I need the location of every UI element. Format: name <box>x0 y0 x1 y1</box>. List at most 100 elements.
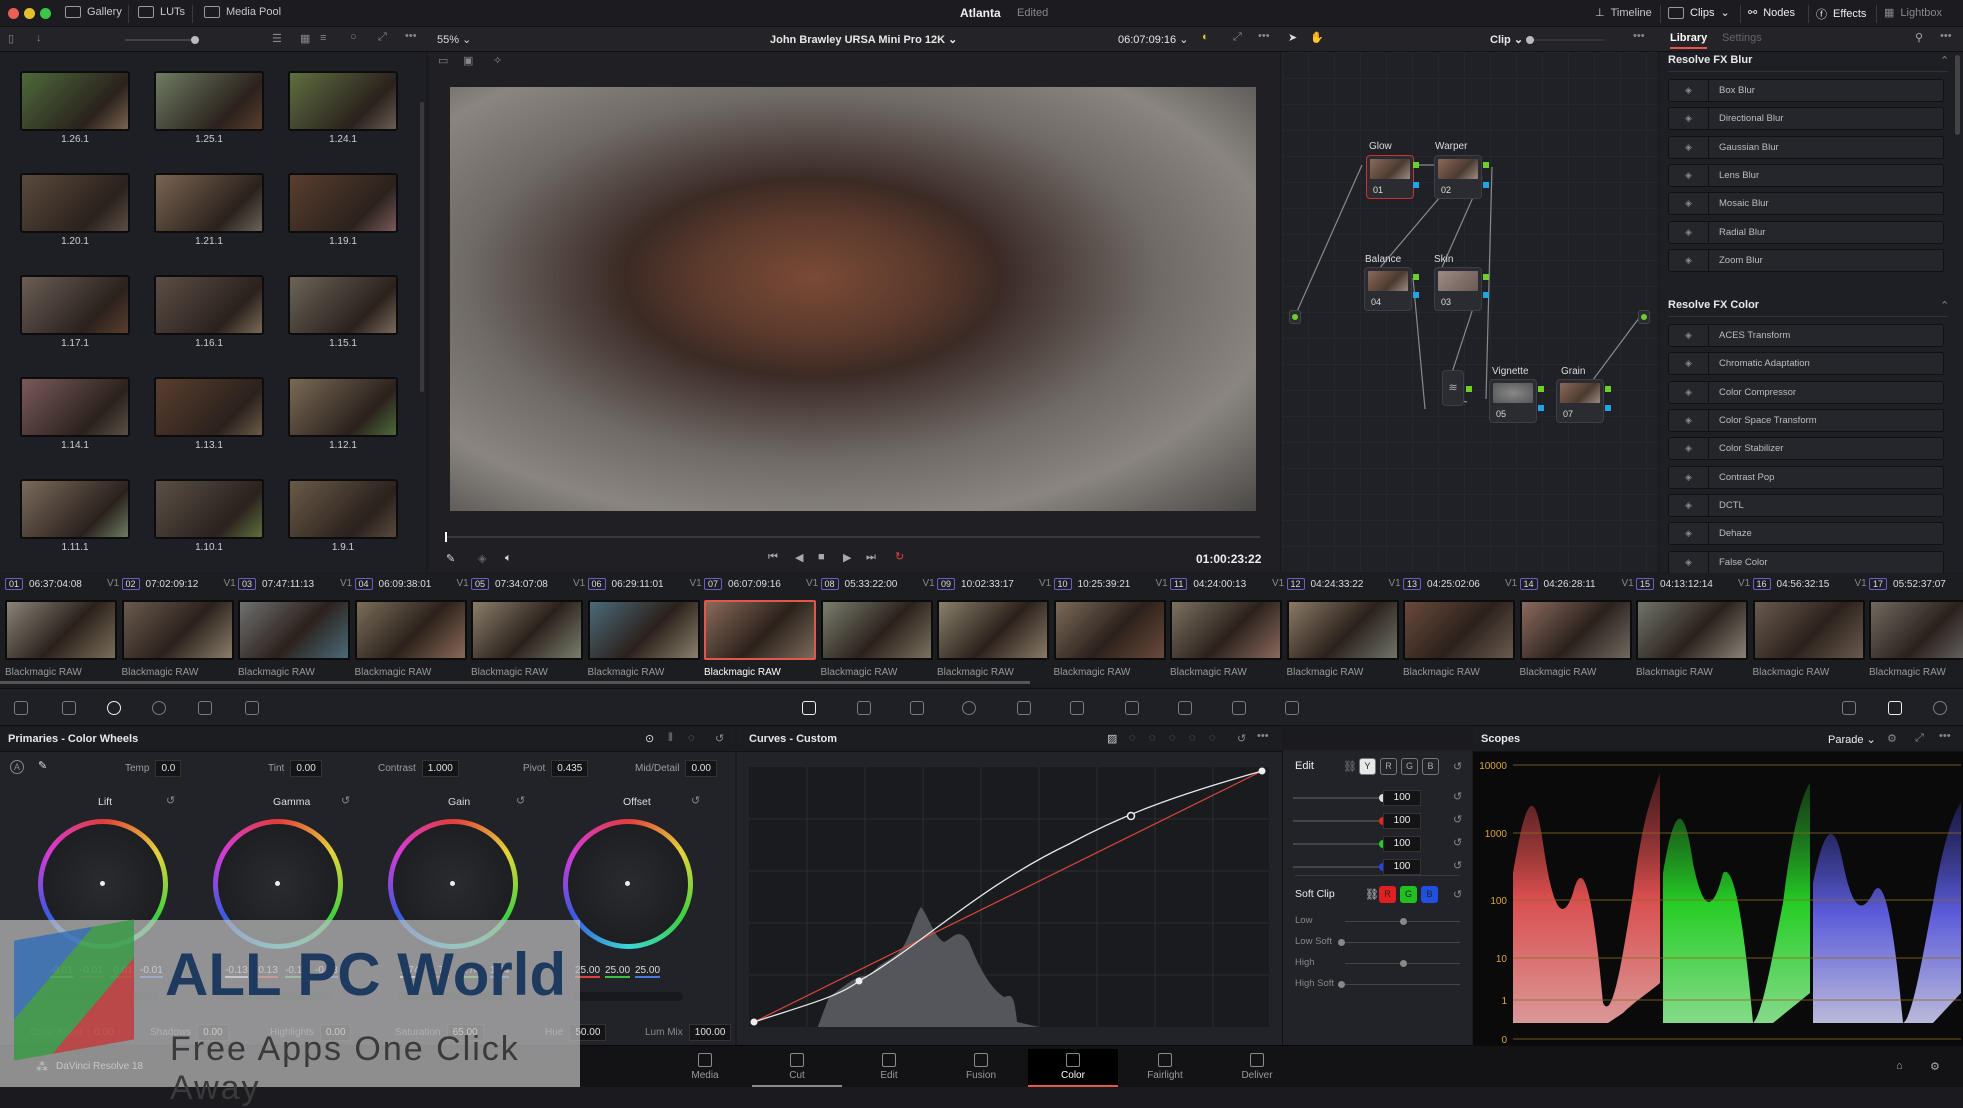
param-value[interactable]: 0.0 <box>155 760 182 777</box>
master-wheel-slider[interactable] <box>573 992 683 1001</box>
gallery-still[interactable] <box>154 71 264 131</box>
gallery-still[interactable] <box>288 173 398 233</box>
timeline-clip[interactable] <box>937 600 1049 660</box>
step-back-icon[interactable]: ◀ <box>795 551 803 564</box>
curve-point[interactable] <box>855 977 863 985</box>
softclip-slider[interactable] <box>1345 918 1460 925</box>
timeline-clip[interactable] <box>1053 600 1166 660</box>
slider-knob[interactable] <box>1399 960 1407 967</box>
timeline-clip[interactable] <box>1403 600 1515 660</box>
wheel-center-handle[interactable] <box>275 881 280 886</box>
gallery-still[interactable] <box>20 173 130 233</box>
auto-balance-button[interactable]: A <box>10 760 24 774</box>
tab-lightbox[interactable]: ▦ Lightbox <box>1884 6 1942 20</box>
wheel-center-handle[interactable] <box>625 881 630 886</box>
eyedropper-icon[interactable]: ✎ <box>446 552 455 565</box>
node-balance[interactable]: 04 <box>1364 267 1412 311</box>
channel-b-button[interactable]: B <box>1422 758 1439 775</box>
gallery-still[interactable] <box>154 275 264 335</box>
effects-scrollbar[interactable] <box>1955 55 1960 135</box>
primaries-wheels-icon[interactable]: ⊙ <box>645 732 654 745</box>
intensity-slider[interactable] <box>1293 817 1387 825</box>
minimize-window-button[interactable] <box>24 8 35 19</box>
timeline-clip[interactable] <box>587 600 700 660</box>
fx-item[interactable]: ◈ ACES Transform <box>1668 324 1944 348</box>
curve-point[interactable] <box>1258 767 1266 775</box>
curves-icon[interactable] <box>802 701 816 715</box>
sidebar-toggle-icon[interactable]: ▯ <box>8 32 14 45</box>
hue-vs-sat-icon[interactable]: ◌ <box>1149 732 1156 744</box>
lum-vs-sat-icon[interactable]: ◌ <box>1189 732 1196 744</box>
tracker-icon[interactable] <box>1017 701 1031 715</box>
timeline-clip[interactable] <box>5 600 117 660</box>
page-tab-fusion[interactable]: Fusion <box>936 1049 1026 1087</box>
page-tab-edit[interactable]: Edit <box>844 1049 934 1087</box>
sizing-icon[interactable] <box>1232 701 1246 715</box>
3d-icon[interactable] <box>1285 701 1299 715</box>
hand-tool-icon[interactable]: ✋ <box>1310 31 1324 44</box>
reset-icon[interactable]: ↺ <box>1453 888 1462 901</box>
curve-point[interactable] <box>750 1018 758 1026</box>
fx-item[interactable]: ◈ Lens Blur <box>1668 163 1944 187</box>
thumbnail-size-slider[interactable] <box>125 36 199 44</box>
reset-icon[interactable]: ↺ <box>1237 732 1246 745</box>
intensity-slider[interactable] <box>1293 863 1387 871</box>
zoom-window-button[interactable] <box>40 8 51 19</box>
search-icon[interactable]: ○ <box>350 31 357 43</box>
param-value[interactable]: 0.435 <box>551 760 589 777</box>
wheel-center-handle[interactable] <box>450 881 455 886</box>
sat-vs-sat-icon[interactable]: ◌ <box>1209 732 1216 744</box>
layer-mixer-node[interactable]: ≋ <box>1442 370 1464 406</box>
timeline-clip[interactable] <box>820 600 933 660</box>
playhead[interactable] <box>445 532 447 542</box>
go-to-start-icon[interactable]: ⏮︎ <box>768 551 778 564</box>
softclip-slider[interactable] <box>1345 960 1460 967</box>
home-icon[interactable]: ⌂ <box>1896 1060 1903 1072</box>
hue-vs-lum-icon[interactable]: ◌ <box>1169 732 1176 744</box>
settings-gear-icon[interactable]: ⚙ <box>1930 1060 1940 1073</box>
hdr-wheels-icon[interactable] <box>152 701 166 715</box>
tab-nodes[interactable]: ⚯ Nodes <box>1748 6 1795 20</box>
timeline-clip[interactable] <box>238 600 350 660</box>
node-glow[interactable]: 01 <box>1366 155 1414 199</box>
clip-name-dropdown[interactable]: John Brawley URSA Mini Pro 12K ⌄ <box>770 33 957 46</box>
gallery-still[interactable] <box>154 377 264 437</box>
intensity-value[interactable]: 100 <box>1383 859 1421 875</box>
sort-icon[interactable]: ☰ <box>272 32 282 45</box>
fx-item[interactable]: ◈ Color Stabilizer <box>1668 437 1944 461</box>
reset-icon[interactable]: ↺ <box>516 794 525 807</box>
magic-mask-icon[interactable] <box>1070 701 1084 715</box>
gallery-still[interactable] <box>288 275 398 335</box>
reset-icon[interactable]: ↺ <box>1453 790 1462 803</box>
timeline-clip[interactable] <box>1869 600 1963 660</box>
import-icon[interactable]: ↓ <box>36 32 42 44</box>
key-icon[interactable] <box>1178 701 1192 715</box>
fx-group-header[interactable]: Resolve FX Color <box>1668 299 1759 311</box>
timeline-clip[interactable] <box>121 600 234 660</box>
curve-point[interactable] <box>1126 811 1136 821</box>
page-tab-deliver[interactable]: Deliver <box>1212 1049 1302 1087</box>
color-match-icon[interactable] <box>62 701 76 715</box>
eyedropper-icon[interactable]: ✎ <box>38 759 47 772</box>
input-node[interactable] <box>1289 310 1301 324</box>
tab-settings[interactable]: Settings <box>1722 32 1762 44</box>
tab-clips[interactable]: Clips ⌄ <box>1668 6 1730 19</box>
video-frame[interactable] <box>450 87 1256 511</box>
gallery-still[interactable] <box>288 479 398 539</box>
gallery-still[interactable] <box>20 479 130 539</box>
reset-icon[interactable]: ↺ <box>715 732 724 745</box>
timeline-clip[interactable] <box>1752 600 1865 660</box>
highlight-icon[interactable]: ◐ <box>1202 31 1209 43</box>
keyframes-icon[interactable] <box>1842 701 1856 715</box>
wheel-value[interactable]: 25.00 <box>635 965 661 978</box>
zoom-level-dropdown[interactable]: 55% ⌄ <box>437 33 471 46</box>
curve-graph[interactable] <box>749 767 1269 1027</box>
more-options-icon[interactable]: ••• <box>1633 30 1645 42</box>
reset-icon[interactable]: ↺ <box>341 794 350 807</box>
rgb-mixer-icon[interactable] <box>198 701 212 715</box>
play-icon[interactable]: ▶ <box>843 551 851 564</box>
magic-wand-icon[interactable]: ✧ <box>493 54 502 67</box>
color-warper-icon[interactable] <box>857 701 871 715</box>
fx-item[interactable]: ◈ Color Space Transform <box>1668 409 1944 432</box>
more-options-icon[interactable]: ••• <box>1939 730 1951 742</box>
